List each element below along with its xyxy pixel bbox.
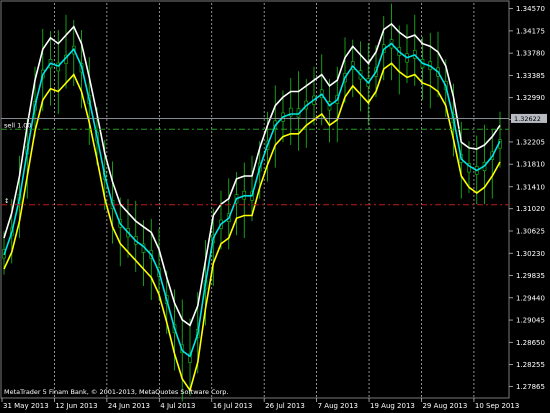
x-tick-label: 16 Jul 2013 <box>213 402 253 410</box>
x-tick-label: 7 Aug 2013 <box>318 402 358 410</box>
sell-level-label: sell 1.00 <box>4 121 32 129</box>
series-line-lower <box>3 62 501 393</box>
current-price-value: 1.32622 <box>514 115 541 123</box>
y-tick-label: 1.31020 <box>516 205 545 213</box>
y-tick-label: 1.27865 <box>516 383 545 391</box>
y-tick-label: 1.28650 <box>516 339 545 347</box>
price-chart[interactable]: sell 1.00 ↕ 1.34570 1.34175 1.33780 1.33385… <box>0 0 550 413</box>
buy-level-marker: ↕ <box>4 197 9 205</box>
x-tick-label: 19 Aug 2013 <box>370 402 415 410</box>
y-tick-label: 1.34175 <box>516 27 545 35</box>
y-tick-label: 1.28255 <box>516 361 545 369</box>
x-tick-label: 12 Jun 2013 <box>55 402 97 410</box>
x-tick-label: 26 Jul 2013 <box>265 402 305 410</box>
y-tick-label: 1.34570 <box>516 5 545 13</box>
y-tick-label: 1.31410 <box>516 183 545 191</box>
x-axis: 31 May 2013 12 Jun 2013 24 Jun 2013 4 Jul 2… <box>1 398 519 410</box>
y-tick-label: 1.32205 <box>516 138 545 146</box>
y-tick-label: 1.33780 <box>516 50 545 58</box>
x-tick-label: 4 Jul 2013 <box>160 402 195 410</box>
y-tick-label: 1.30625 <box>516 228 545 236</box>
plot-frame <box>0 0 510 399</box>
y-axis: 1.34570 1.34175 1.33780 1.33385 1.32990 1.326… <box>509 5 545 391</box>
y-tick-label: 1.33385 <box>516 72 545 80</box>
vertical-grid <box>54 3 475 397</box>
copyright-text: MetaTrader 5 Finam Bank, © 2001-2013, Me… <box>4 388 229 396</box>
series-line-upper <box>3 22 501 327</box>
candles <box>2 3 502 402</box>
y-tick-label: 1.29440 <box>516 294 545 302</box>
x-tick-label: 10 Sep 2013 <box>475 402 519 410</box>
chart-window: sell 1.00 ↕ 1.34570 1.34175 1.33780 1.33385… <box>0 0 550 413</box>
trade-levels: sell 1.00 ↕ <box>1 118 509 206</box>
y-tick-label: 1.30230 <box>516 250 545 258</box>
y-tick-label: 1.32990 <box>516 94 545 102</box>
x-tick-label: 24 Jun 2013 <box>108 402 150 410</box>
x-tick-label: 31 May 2013 <box>3 402 49 410</box>
y-tick-label: 1.29045 <box>516 317 545 325</box>
x-tick-label: 29 Aug 2013 <box>422 402 467 410</box>
y-tick-label: 1.29835 <box>516 272 545 280</box>
y-tick-label: 1.31810 <box>516 161 545 169</box>
